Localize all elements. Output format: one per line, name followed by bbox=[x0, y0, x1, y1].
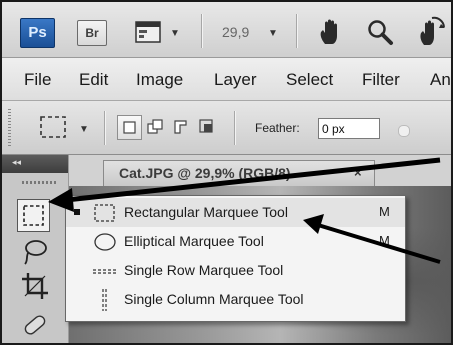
active-tool-bullet bbox=[74, 209, 80, 215]
rect-marquee-tool[interactable] bbox=[17, 199, 50, 232]
menu-image[interactable]: Image bbox=[136, 70, 183, 90]
flyout-item-shortcut: M bbox=[379, 233, 390, 248]
rect-marquee-icon[interactable] bbox=[38, 114, 70, 142]
marquee-tool-flyout: Rectangular Marquee Tool M Elliptical Ma… bbox=[65, 195, 406, 322]
menu-file[interactable]: File bbox=[24, 70, 51, 90]
flyout-item-label: Elliptical Marquee Tool bbox=[124, 233, 264, 249]
menu-select[interactable]: Select bbox=[286, 70, 333, 90]
photoshop-window: Ps Br ▼ 29,9 ▼ File Edit Image Layer Sel… bbox=[0, 0, 453, 345]
screen-mode-icon[interactable] bbox=[135, 20, 163, 44]
anti-alias-checkbox[interactable] bbox=[398, 125, 410, 137]
separator bbox=[234, 111, 236, 145]
close-icon[interactable]: × bbox=[354, 165, 362, 180]
screen-mode-dropdown-icon[interactable]: ▼ bbox=[170, 28, 180, 39]
new-selection-icon[interactable] bbox=[117, 115, 142, 140]
application-bar: Ps Br ▼ 29,9 ▼ bbox=[0, 0, 453, 58]
tools-panel-header[interactable]: ◂◂ bbox=[0, 155, 68, 173]
healing-brush-icon[interactable] bbox=[19, 310, 51, 342]
separator bbox=[296, 14, 298, 48]
flyout-item-rectangular-marquee[interactable]: Rectangular Marquee Tool M bbox=[66, 198, 405, 227]
options-bar-grip[interactable] bbox=[8, 109, 11, 147]
tools-panel-grip[interactable] bbox=[22, 181, 56, 184]
flyout-item-shortcut: M bbox=[379, 204, 390, 219]
menu-filter[interactable]: Filter bbox=[362, 70, 400, 90]
subtract-selection-icon[interactable] bbox=[169, 115, 194, 140]
crop-icon[interactable] bbox=[19, 270, 51, 302]
flyout-item-label: Single Column Marquee Tool bbox=[124, 291, 304, 307]
flyout-item-single-row-marquee[interactable]: Single Row Marquee Tool bbox=[66, 256, 405, 285]
rotate-view-icon[interactable] bbox=[414, 15, 446, 49]
flyout-item-label: Single Row Marquee Tool bbox=[124, 262, 284, 278]
collapse-icon[interactable]: ◂◂ bbox=[12, 157, 21, 168]
intersect-selection-icon[interactable] bbox=[195, 115, 220, 140]
menu-edit[interactable]: Edit bbox=[79, 70, 108, 90]
menu-layer[interactable]: Layer bbox=[214, 70, 257, 90]
tool-preset-dropdown-icon[interactable]: ▼ bbox=[79, 124, 89, 135]
bridge-logo[interactable]: Br bbox=[77, 20, 107, 46]
menu-bar: File Edit Image Layer Select Filter An bbox=[0, 58, 453, 101]
rect-marquee-icon bbox=[94, 204, 115, 222]
ps-logo[interactable]: Ps bbox=[20, 18, 55, 48]
zoom-icon[interactable] bbox=[366, 18, 394, 46]
menu-analysis[interactable]: An bbox=[430, 70, 451, 90]
flyout-item-elliptical-marquee[interactable]: Elliptical Marquee Tool M bbox=[66, 227, 405, 256]
flyout-item-label: Rectangular Marquee Tool bbox=[124, 204, 288, 220]
tools-panel: ◂◂ bbox=[0, 155, 69, 345]
add-selection-icon[interactable] bbox=[143, 115, 168, 140]
separator bbox=[104, 111, 106, 145]
document-tab[interactable]: Cat.JPG @ 29,9% (RGB/8) × bbox=[103, 160, 375, 186]
feather-input[interactable] bbox=[318, 118, 380, 139]
zoom-dropdown-icon[interactable]: ▼ bbox=[268, 28, 278, 39]
single-column-marquee-icon bbox=[102, 289, 107, 311]
options-bar: ▼ Feather: bbox=[0, 101, 453, 155]
flyout-item-single-column-marquee[interactable]: Single Column Marquee Tool bbox=[66, 285, 405, 314]
lasso-icon[interactable] bbox=[19, 235, 51, 267]
feather-label: Feather: bbox=[255, 121, 300, 135]
separator bbox=[201, 14, 203, 48]
document-tab-label: Cat.JPG @ 29,9% (RGB/8) bbox=[119, 165, 291, 181]
ellipse-marquee-icon bbox=[94, 233, 116, 251]
single-row-marquee-icon bbox=[93, 269, 116, 274]
zoom-level[interactable]: 29,9 bbox=[222, 24, 249, 40]
hand-icon[interactable] bbox=[316, 17, 346, 47]
